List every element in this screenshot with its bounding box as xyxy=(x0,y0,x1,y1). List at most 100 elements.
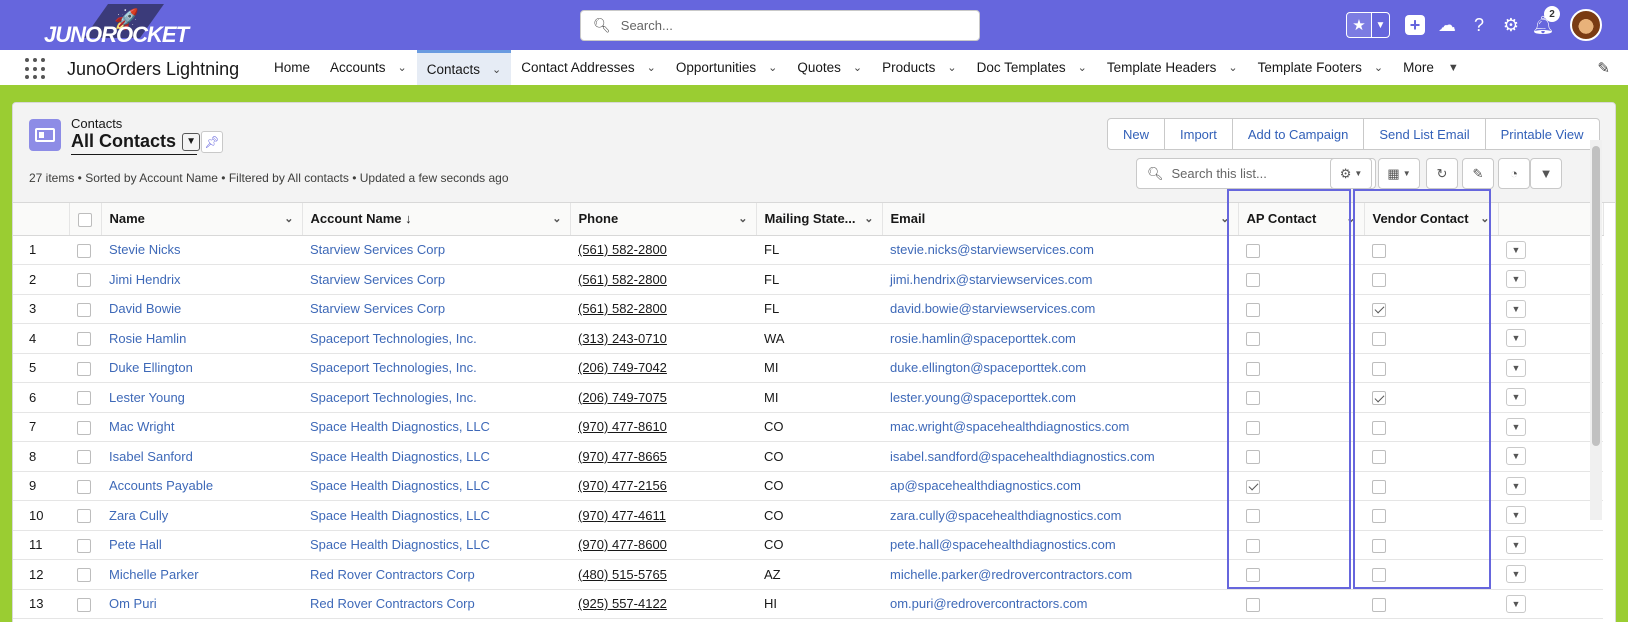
row-select-checkbox[interactable] xyxy=(77,509,91,524)
email-link[interactable]: mac.wright@spacehealthdiagnostics.com xyxy=(882,412,1238,442)
chevron-down-icon[interactable]: ⌄ xyxy=(1228,61,1237,74)
chevron-down-icon[interactable]: ⌄ xyxy=(647,61,656,74)
chevron-down-icon[interactable]: ⌄ xyxy=(492,63,501,76)
view-name[interactable]: All Contacts xyxy=(71,131,176,152)
phone-link[interactable]: (313) 243-0710 xyxy=(570,323,756,354)
nav-item-template-headers[interactable]: Template Headers ⌄ xyxy=(1097,50,1248,85)
phone-link[interactable]: (925) 557-4122 xyxy=(570,589,756,619)
row-select-checkbox[interactable] xyxy=(77,597,91,612)
table-row[interactable]: 5 Duke Ellington Spaceport Technologies, I… xyxy=(13,353,1603,383)
select-all-checkbox[interactable] xyxy=(77,212,92,227)
gear-icon[interactable]: ⚙ xyxy=(1500,14,1522,36)
row-select-checkbox[interactable] xyxy=(77,479,91,494)
account-name-link[interactable]: Red Rover Contractors Corp xyxy=(302,589,570,619)
contact-name-link[interactable]: Duke Ellington xyxy=(101,353,302,383)
nav-item-accounts[interactable]: Accounts ⌄ xyxy=(320,50,417,85)
add-to-campaign-button[interactable]: Add to Campaign xyxy=(1233,119,1365,149)
email-link[interactable]: stevie.nicks@starviewservices.com xyxy=(882,235,1238,265)
row-select-checkbox[interactable] xyxy=(77,420,91,435)
email-link[interactable]: lester.young@spaceporttek.com xyxy=(882,382,1238,413)
app-logo[interactable]: 🚀 JUNOROCKET xyxy=(44,4,194,47)
filter-button[interactable]: ▼ xyxy=(1530,158,1562,189)
table-row[interactable]: 10 Zara Cully Space Health Diagnostics, LL… xyxy=(13,500,1603,531)
contact-name-link[interactable]: Om Puri xyxy=(101,589,302,619)
trailhead-icon[interactable]: ☁ xyxy=(1436,14,1458,36)
row-action-menu-button[interactable]: ▼ xyxy=(1506,358,1526,377)
account-name-link[interactable]: Starview Services Corp xyxy=(302,235,570,265)
app-launcher-icon[interactable] xyxy=(25,58,47,80)
account-name-link[interactable]: Red Rover Contractors Corp xyxy=(302,559,570,590)
send-list-email-button[interactable]: Send List Email xyxy=(1364,119,1486,149)
contact-name-link[interactable]: Accounts Payable xyxy=(101,471,302,501)
table-row[interactable]: 7 Mac Wright Space Health Diagnostics, LLC… xyxy=(13,412,1603,442)
bell-icon[interactable]: 🔔︎ 2 xyxy=(1532,6,1560,36)
account-name-link[interactable]: Spaceport Technologies, Inc. xyxy=(302,353,570,383)
edit-nav-icon[interactable]: ✎ xyxy=(1597,59,1610,77)
chevron-down-icon[interactable]: ⌄ xyxy=(398,61,407,74)
column-header-vendor-contact[interactable]: Vendor Contact ⌄ xyxy=(1364,203,1499,236)
row-action-menu-button[interactable]: ▼ xyxy=(1506,476,1526,495)
email-link[interactable]: zara.cully@spacehealthdiagnostics.com xyxy=(882,500,1238,531)
row-select-checkbox[interactable] xyxy=(77,243,91,258)
global-search-input[interactable] xyxy=(620,18,961,33)
chevron-down-icon[interactable]: ⌄ xyxy=(1220,212,1229,225)
email-link[interactable]: ap@spacehealthdiagnostics.com xyxy=(882,471,1238,501)
help-icon[interactable]: ? xyxy=(1468,14,1490,36)
account-name-link[interactable]: Starview Services Corp xyxy=(302,264,570,295)
column-header-phone[interactable]: Phone ⌄ xyxy=(570,203,757,236)
row-action-menu-button[interactable]: ▼ xyxy=(1506,506,1526,525)
row-action-menu-button[interactable]: ▼ xyxy=(1506,329,1526,348)
row-select-checkbox[interactable] xyxy=(77,538,91,553)
row-action-menu-button[interactable]: ▼ xyxy=(1506,535,1526,554)
account-name-link[interactable]: Space Health Diagnostics, LLC xyxy=(302,441,570,472)
chevron-down-icon[interactable]: ⌄ xyxy=(1374,61,1383,74)
phone-link[interactable]: (480) 515-5765 xyxy=(570,559,756,590)
avatar[interactable] xyxy=(1570,9,1602,41)
column-header-ap-contact[interactable]: AP Contact ⌄ xyxy=(1238,203,1365,236)
phone-link[interactable]: (970) 477-4611 xyxy=(570,500,756,531)
chevron-down-icon[interactable]: ⌄ xyxy=(1480,212,1489,225)
star-icon[interactable]: ★ xyxy=(1347,13,1372,37)
chevron-down-icon[interactable]: ⌄ xyxy=(864,212,873,225)
table-row[interactable]: 13 Om Puri Red Rover Contractors Corp (925)… xyxy=(13,589,1603,619)
nav-item-home[interactable]: Home xyxy=(264,50,320,85)
charts-button[interactable]: ◔ xyxy=(1498,158,1530,189)
column-header-name[interactable]: Name ⌄ xyxy=(101,203,303,236)
list-view-selector[interactable]: All Contacts ▼ xyxy=(71,131,201,152)
edit-list-button[interactable]: ✎ xyxy=(1462,158,1494,189)
new-button[interactable]: New xyxy=(1108,119,1166,149)
row-action-menu-button[interactable]: ▼ xyxy=(1506,388,1526,407)
row-select-checkbox[interactable] xyxy=(77,450,91,465)
chevron-down-icon[interactable]: ⌄ xyxy=(947,61,956,74)
account-name-link[interactable]: Spaceport Technologies, Inc. xyxy=(302,323,570,354)
row-action-menu-button[interactable]: ▼ xyxy=(1506,240,1526,259)
chevron-down-icon[interactable]: ⌄ xyxy=(284,212,293,225)
table-row[interactable]: 6 Lester Young Spaceport Technologies, Inc… xyxy=(13,382,1603,413)
chevron-down-icon[interactable]: ⌄ xyxy=(552,212,561,225)
email-link[interactable]: rosie.hamlin@spaceporttek.com xyxy=(882,323,1238,354)
table-scrollbar[interactable] xyxy=(1590,140,1602,520)
row-action-menu-button[interactable]: ▼ xyxy=(1506,270,1526,289)
account-name-link[interactable]: Space Health Diagnostics, LLC xyxy=(302,471,570,501)
caret-down-icon[interactable]: ▼ xyxy=(1448,62,1459,74)
contact-name-link[interactable]: Zara Cully xyxy=(101,500,302,531)
phone-link[interactable]: (970) 477-8600 xyxy=(570,530,756,560)
account-name-link[interactable]: Spaceport Technologies, Inc. xyxy=(302,382,570,413)
column-header-email[interactable]: Email ⌄ xyxy=(882,203,1239,236)
phone-link[interactable]: (970) 477-8665 xyxy=(570,441,756,472)
nav-item-template-footers[interactable]: Template Footers ⌄ xyxy=(1248,50,1394,85)
email-link[interactable]: pete.hall@spacehealthdiagnostics.com xyxy=(882,530,1238,560)
list-settings-button[interactable]: ⚙ ▼ xyxy=(1330,158,1372,189)
nav-item-doc-templates[interactable]: Doc Templates ⌄ xyxy=(967,50,1097,85)
contact-name-link[interactable]: Jimi Hendrix xyxy=(101,264,302,295)
chevron-down-icon[interactable]: ▼ xyxy=(182,132,201,151)
row-action-menu-button[interactable]: ▼ xyxy=(1506,447,1526,466)
global-search[interactable]: 🔍︎ xyxy=(580,10,980,41)
row-action-menu-button[interactable]: ▼ xyxy=(1506,594,1526,613)
phone-link[interactable]: (206) 749-7042 xyxy=(570,353,756,383)
favorites-button[interactable]: ★ ▼ xyxy=(1346,12,1390,38)
account-name-link[interactable]: Starview Services Corp xyxy=(302,294,570,324)
refresh-button[interactable]: ↻ xyxy=(1426,158,1458,189)
email-link[interactable]: michelle.parker@redrovercontractors.com xyxy=(882,559,1238,590)
account-name-link[interactable]: Space Health Diagnostics, LLC xyxy=(302,500,570,531)
